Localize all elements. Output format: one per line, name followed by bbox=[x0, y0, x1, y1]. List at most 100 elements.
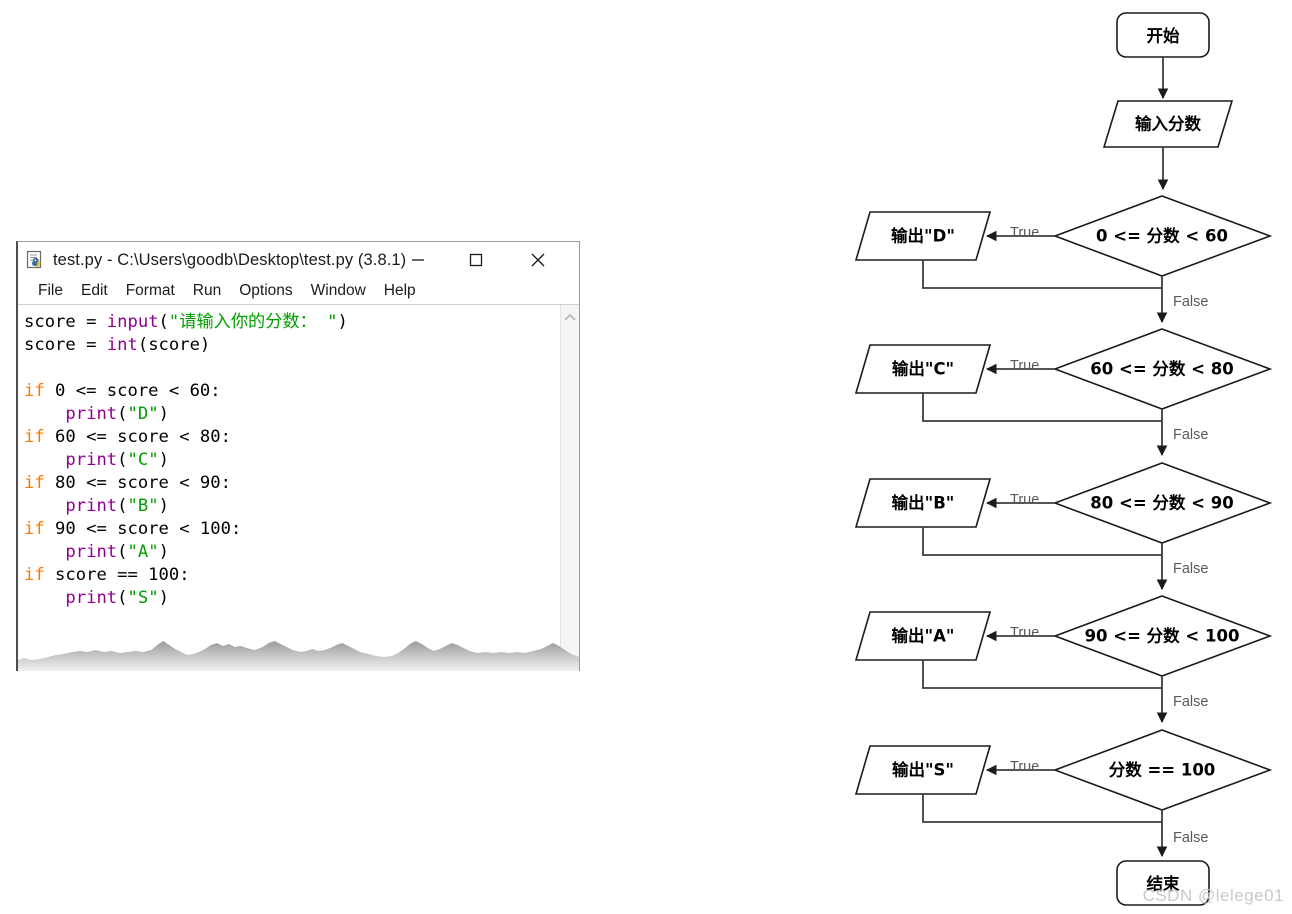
output-label-5: 输出"S" bbox=[892, 760, 954, 780]
code-token: print bbox=[65, 542, 118, 562]
menu-item-format[interactable]: Format bbox=[126, 282, 175, 300]
code-line: if score == 100: bbox=[24, 564, 553, 587]
decision-label-1: 0 <= 分数 < 60 bbox=[1096, 226, 1228, 246]
code-token: 60 <= score < 80: bbox=[44, 427, 231, 447]
minimize-icon bbox=[412, 259, 424, 261]
edge-merge-5 bbox=[922, 794, 1162, 823]
code-line: score = int(score) bbox=[24, 334, 553, 357]
code-token: "A" bbox=[127, 542, 159, 562]
flowchart: 开始 输入分数 0 <= 分数 < 60 输出"D" True False 60… bbox=[840, 0, 1292, 914]
code-token: ( bbox=[158, 312, 169, 332]
edge-true-label-4: True bbox=[1010, 625, 1039, 641]
decision-label-2: 60 <= 分数 < 80 bbox=[1090, 359, 1233, 379]
code-line: score = input("请输入你的分数： ") bbox=[24, 311, 553, 334]
decision-row-4: 90 <= 分数 < 100 bbox=[1052, 595, 1273, 677]
decision-label-3: 80 <= 分数 < 90 bbox=[1090, 493, 1233, 513]
menu-item-window[interactable]: Window bbox=[311, 282, 366, 300]
code-token: ) bbox=[158, 404, 169, 424]
output-row-1: 输出"D" bbox=[854, 211, 992, 261]
code-token: if bbox=[24, 381, 45, 401]
code-token: score == 100: bbox=[44, 565, 190, 585]
edge-merge-3 bbox=[922, 527, 1162, 556]
minimize-button[interactable] bbox=[395, 242, 441, 278]
decision-label-5: 分数 == 100 bbox=[1109, 760, 1216, 780]
code-line: if 0 <= score < 60: bbox=[24, 380, 553, 403]
menu-item-help[interactable]: Help bbox=[384, 282, 416, 300]
close-icon bbox=[531, 253, 545, 267]
node-input: 输入分数 bbox=[1102, 100, 1234, 148]
menu-item-options[interactable]: Options bbox=[239, 282, 292, 300]
output-row-5: 输出"S" bbox=[854, 745, 992, 795]
maximize-icon bbox=[469, 253, 483, 267]
edge-true-label-1: True bbox=[1010, 225, 1039, 241]
idle-window: test.py - C:\Users\goodb\Desktop\test.py… bbox=[16, 241, 580, 671]
output-row-2: 输出"C" bbox=[854, 344, 992, 394]
code-token: if bbox=[24, 473, 45, 493]
code-token: "D" bbox=[127, 404, 159, 424]
code-token: if bbox=[24, 519, 45, 539]
node-input-label: 输入分数 bbox=[1135, 114, 1202, 134]
code-token: int bbox=[106, 335, 138, 355]
code-token: print bbox=[65, 496, 118, 516]
watermark: CSDN @lelege01 bbox=[1142, 886, 1284, 905]
code-token: ) bbox=[337, 312, 348, 332]
code-line: print("B") bbox=[24, 495, 553, 518]
code-token: ( bbox=[117, 450, 128, 470]
output-row-4: 输出"A" bbox=[854, 611, 992, 661]
code-line: if 80 <= score < 90: bbox=[24, 472, 553, 495]
code-line: if 90 <= score < 100: bbox=[24, 518, 553, 541]
code-editor[interactable]: score = input("请输入你的分数： ") score = int(sc… bbox=[18, 305, 579, 671]
node-start-label: 开始 bbox=[1147, 26, 1181, 46]
output-label-2: 输出"C" bbox=[892, 359, 954, 379]
code-token: 0 <= score < 60: bbox=[44, 381, 221, 401]
torn-paper-edge bbox=[18, 641, 579, 671]
output-row-3: 输出"B" bbox=[854, 478, 992, 528]
code-token: if bbox=[24, 565, 45, 585]
code-token: 80 <= score < 90: bbox=[44, 473, 231, 493]
menu-item-run[interactable]: Run bbox=[193, 282, 221, 300]
code-line: print("S") bbox=[24, 587, 553, 610]
edge-false-label-3: False bbox=[1173, 561, 1208, 577]
code-token: ) bbox=[158, 542, 169, 562]
code-text[interactable]: score = input("请输入你的分数： ") score = int(sc… bbox=[18, 305, 553, 610]
code-token: ) bbox=[158, 450, 169, 470]
code-token: input bbox=[106, 312, 159, 332]
menu-bar: File Edit Format Run Options Window Help bbox=[18, 278, 579, 305]
edge-true-label-5: True bbox=[1010, 759, 1039, 775]
maximize-button[interactable] bbox=[453, 242, 499, 278]
decision-label-4: 90 <= 分数 < 100 bbox=[1085, 626, 1240, 646]
code-line: print("C") bbox=[24, 449, 553, 472]
code-token: "S" bbox=[127, 588, 159, 608]
decision-row-2: 60 <= 分数 < 80 bbox=[1052, 328, 1273, 410]
edge-merge-1 bbox=[922, 260, 1162, 289]
code-token: ( bbox=[117, 496, 128, 516]
code-token: "B" bbox=[127, 496, 159, 516]
python-idle-icon bbox=[26, 250, 46, 270]
edge-true-label-2: True bbox=[1010, 358, 1039, 374]
output-label-4: 输出"A" bbox=[892, 626, 955, 646]
decision-row-5: 分数 == 100 bbox=[1052, 729, 1273, 811]
code-line: print("D") bbox=[24, 403, 553, 426]
menu-item-file[interactable]: File bbox=[38, 282, 63, 300]
code-token: ) bbox=[158, 588, 169, 608]
window-titlebar[interactable]: test.py - C:\Users\goodb\Desktop\test.py… bbox=[18, 242, 579, 278]
window-title: test.py - C:\Users\goodb\Desktop\test.py… bbox=[53, 250, 407, 269]
edge-merge-4 bbox=[922, 660, 1162, 689]
close-button[interactable] bbox=[515, 242, 561, 278]
edge-false-label-2: False bbox=[1173, 427, 1208, 443]
editor-scrollbar[interactable] bbox=[560, 305, 579, 671]
code-line: if 60 <= score < 80: bbox=[24, 426, 553, 449]
code-token: 90 <= score < 100: bbox=[44, 519, 242, 539]
decision-row-3: 80 <= 分数 < 90 bbox=[1052, 462, 1273, 544]
code-token: "C" bbox=[127, 450, 159, 470]
edge-merge-2 bbox=[922, 393, 1162, 422]
scroll-up-icon[interactable] bbox=[561, 309, 579, 325]
output-label-3: 输出"B" bbox=[892, 493, 955, 513]
menu-item-edit[interactable]: Edit bbox=[81, 282, 108, 300]
edge-false-label-5: False bbox=[1173, 830, 1208, 846]
